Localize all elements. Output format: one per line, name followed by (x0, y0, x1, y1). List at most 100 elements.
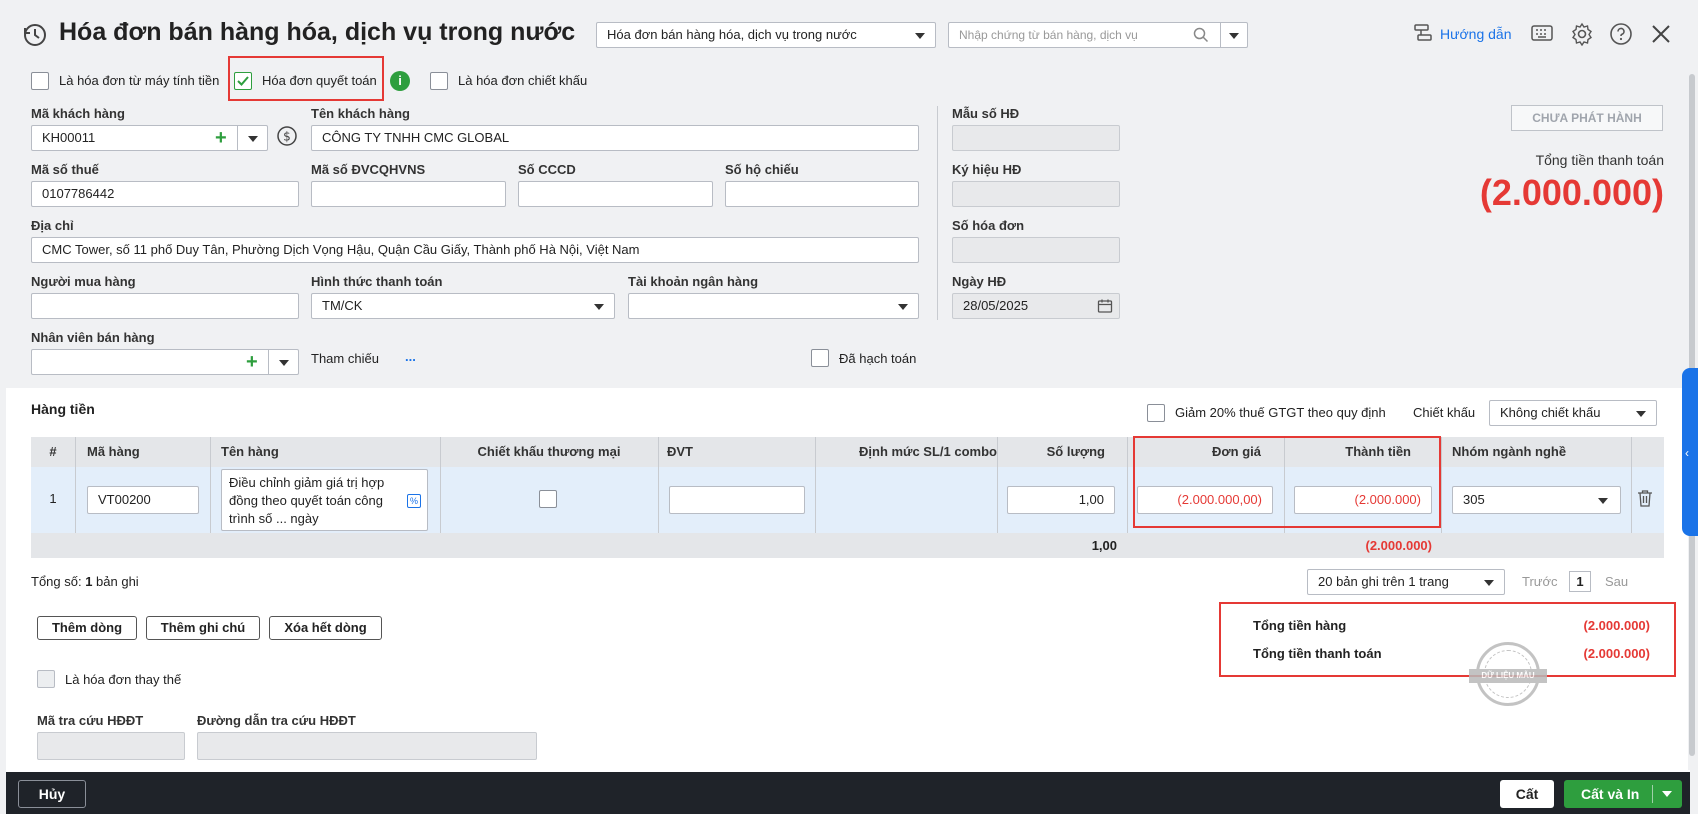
footer-bar (6, 772, 1690, 814)
industry-value: 305 (1463, 492, 1485, 507)
gear-icon[interactable] (1570, 22, 1594, 49)
plus-icon[interactable]: + (215, 126, 227, 150)
side-panel-toggle[interactable]: ‹ (1682, 368, 1698, 536)
item-name-value: Điều chỉnh giảm giá trị hợp đồng theo qu… (229, 475, 385, 526)
current-page[interactable]: 1 (1569, 571, 1591, 592)
cash-register-checkbox[interactable] (31, 72, 49, 90)
help-icon[interactable] (1609, 22, 1633, 49)
reference-link[interactable]: ... (405, 349, 416, 364)
table-totals-row: 1,00 (2.000.000) (31, 533, 1664, 558)
chevron-down-icon (915, 33, 925, 39)
vat-reduction-label: Giảm 20% thuế GTGT theo quy định (1175, 405, 1386, 420)
customer-code-field[interactable]: KH00011 + (31, 125, 268, 151)
discount-select[interactable]: Không chiết khấu (1489, 400, 1657, 426)
add-row-button[interactable]: Thêm dòng (37, 616, 137, 640)
customer-name-field[interactable]: CÔNG TY TNHH CMC GLOBAL (311, 125, 919, 151)
reference-label: Tham chiếu (311, 351, 379, 366)
customer-code-value: KH00011 (42, 130, 96, 145)
citizen-id-field[interactable] (518, 181, 713, 207)
posted-checkbox[interactable] (811, 349, 829, 367)
svg-text:$: $ (283, 130, 291, 144)
record-count: Tổng số: 1 bản ghi (31, 574, 139, 589)
check-icon (237, 76, 249, 86)
invoice-date-label: Ngày HĐ (952, 274, 1007, 289)
chevron-down-icon[interactable] (1229, 33, 1239, 39)
calendar-icon[interactable] (1097, 298, 1113, 318)
plus-icon[interactable]: + (246, 350, 258, 374)
item-name-field[interactable]: Điều chỉnh giảm giá trị hợp đồng theo qu… (221, 469, 428, 531)
posted-label: Đã hạch toán (839, 351, 917, 366)
chevron-down-icon[interactable] (1662, 791, 1672, 797)
delete-all-rows-button[interactable]: Xóa hết dòng (269, 616, 382, 640)
budget-code-field[interactable] (311, 181, 506, 207)
industry-select[interactable]: 305 (1452, 486, 1621, 514)
page-size-select[interactable]: 20 bản ghi trên 1 trang (1307, 569, 1505, 595)
citizen-id-label: Số CCCD (518, 162, 576, 177)
payment-method-select[interactable]: TM/CK (311, 293, 615, 319)
unit-field[interactable] (669, 486, 805, 514)
payment-method-label: Hình thức thanh toán (311, 274, 443, 289)
passport-field[interactable] (725, 181, 919, 207)
save-button[interactable]: Cất (1500, 780, 1554, 808)
lookup-url-field (197, 732, 537, 760)
settlement-label: Hóa đơn quyết toán (262, 73, 377, 88)
bank-account-label: Tài khoản ngân hàng (628, 274, 759, 289)
chevron-down-icon[interactable] (279, 360, 289, 366)
page-size-value: 20 bản ghi trên 1 trang (1318, 574, 1449, 589)
save-print-label: Cất và In (1581, 786, 1640, 802)
col-quantity: Số lượng (1046, 444, 1105, 459)
discount-value: Không chiết khấu (1500, 405, 1601, 420)
tax-code-field[interactable]: 0107786442 (31, 181, 299, 207)
replacement-checkbox[interactable] (37, 670, 55, 688)
salesperson-field[interactable]: + (31, 349, 299, 375)
keyboard-icon[interactable] (1530, 22, 1554, 47)
customer-name-label: Tên khách hàng (311, 106, 410, 121)
invoice-date-value: 28/05/2025 (963, 298, 1029, 313)
invoice-number-label: Số hóa đơn (952, 218, 1025, 233)
settlement-checkbox[interactable] (234, 72, 252, 90)
chevron-down-icon[interactable] (248, 136, 258, 142)
total-payment-label: Tổng tiền thanh toán (1535, 152, 1664, 168)
cancel-button[interactable]: Hủy (18, 780, 86, 808)
record-count-suffix: bản ghi (92, 574, 139, 589)
info-icon[interactable]: i (390, 71, 410, 91)
goods-total-label: Tổng tiền hàng (1253, 618, 1347, 633)
percent-icon[interactable]: % (407, 494, 421, 508)
trade-discount-checkbox[interactable] (539, 490, 557, 508)
invoice-date-field[interactable]: 28/05/2025 (952, 293, 1120, 319)
status-badge: CHƯA PHÁT HÀNH (1511, 105, 1663, 131)
quantity-field[interactable]: 1,00 (1007, 486, 1115, 514)
buyer-field[interactable] (31, 293, 299, 319)
currency-icon[interactable]: $ (276, 125, 298, 150)
next-page-button[interactable]: Sau (1605, 574, 1628, 589)
address-label: Địa chỉ (31, 218, 74, 233)
history-icon[interactable] (22, 22, 48, 48)
invoice-template-field (952, 125, 1120, 151)
voucher-search-input[interactable]: Nhập chứng từ bán hàng, dịch vụ (948, 22, 1248, 48)
discount-invoice-label: Là hóa đơn chiết khấu (458, 73, 588, 88)
address-field[interactable]: CMC Tower, số 11 phố Duy Tân, Phường Dịc… (31, 237, 919, 263)
bank-account-select[interactable] (628, 293, 919, 319)
chevron-left-icon: ‹ (1685, 446, 1689, 460)
invoice-template-label: Mẫu số HĐ (952, 106, 1020, 121)
chevron-down-icon (1484, 580, 1494, 586)
vat-reduction-checkbox[interactable] (1147, 404, 1165, 422)
tax-code-label: Mã số thuế (31, 162, 99, 177)
add-note-button[interactable]: Thêm ghi chú (146, 616, 260, 640)
customer-code-label: Mã khách hàng (31, 106, 125, 121)
prev-page-button[interactable]: Trước (1522, 574, 1558, 589)
discount-invoice-checkbox[interactable] (430, 72, 448, 90)
help-guide-link[interactable]: Hướng dẫn (1412, 22, 1511, 46)
summary-box (1219, 602, 1676, 677)
replacement-label: Là hóa đơn thay thế (65, 672, 182, 687)
save-print-button[interactable]: Cất và In (1564, 780, 1682, 808)
col-item-code: Mã hàng (87, 444, 140, 459)
close-icon[interactable] (1650, 23, 1672, 48)
col-item-name: Tên hàng (221, 444, 279, 459)
trash-icon[interactable] (1637, 489, 1653, 510)
item-code-field[interactable]: VT00200 (87, 486, 199, 514)
salesperson-label: Nhân viên bán hàng (31, 330, 155, 345)
lookup-code-label: Mã tra cứu HĐĐT (37, 713, 144, 728)
invoice-type-select[interactable]: Hóa đơn bán hàng hóa, dịch vụ trong nước (596, 22, 936, 48)
page-title: Hóa đơn bán hàng hóa, dịch vụ trong nước (59, 18, 576, 46)
